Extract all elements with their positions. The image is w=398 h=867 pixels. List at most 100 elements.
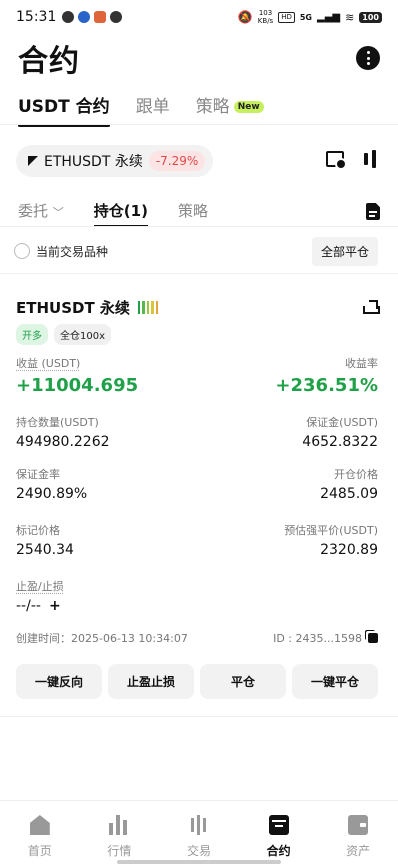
margin-ratio-cell: 保证金率 2490.89% (16, 466, 87, 502)
nav-trade[interactable]: 交易 (159, 801, 239, 867)
tab-orders[interactable]: 委托 ﹀ (18, 200, 64, 227)
created-time: 创建时间：2025-06-13 10:34:07 (16, 632, 188, 645)
margin-ratio-label: 保证金率 (16, 468, 60, 481)
pnl-value: +11004.695 (16, 375, 139, 396)
symbol-selector[interactable]: ETHUSDT 永续 -7.29% (16, 145, 214, 177)
tpsl-cell: 止盈/止损 --/-- + (16, 578, 64, 614)
status-time: 15:31 (16, 9, 57, 25)
tab-strategy[interactable]: 策略 New (196, 92, 264, 127)
size-row: 持仓数量(USDT) 494980.2262 保证金(USDT) 4652.83… (16, 414, 378, 450)
add-tpsl-icon[interactable]: + (49, 598, 61, 614)
nav-trade-label: 交易 (186, 844, 211, 858)
tab-usdt-futures[interactable]: USDT 合约 (18, 92, 110, 127)
nav-home-label: 首页 (27, 844, 52, 858)
position-filter-row: 当前交易品种 全部平仓 (14, 236, 378, 266)
divider (0, 226, 398, 227)
message-icon (62, 11, 75, 23)
mark-price-label: 标记价格 (16, 524, 60, 537)
nav-futures-label: 合约 (266, 844, 291, 858)
signal-icon: ▂▄▆ (317, 11, 341, 23)
app-badge-icon (94, 11, 107, 23)
tab-orders-label: 委托 (18, 202, 49, 220)
liq-price-cell: 预估强平价(USDT) 2320.89 (284, 522, 378, 558)
symbol-name: ETHUSDT 永续 (44, 154, 143, 170)
leverage-bar (155, 300, 159, 314)
tpsl-button[interactable]: 止盈止损 (108, 664, 194, 699)
leverage-bar (142, 300, 145, 314)
perpetual-icon (28, 156, 38, 166)
tpsl-value: --/-- (16, 598, 41, 614)
close-all-button[interactable]: 全部平仓 (311, 236, 378, 266)
leverage-bar (151, 300, 154, 314)
home-icon (29, 815, 50, 835)
network-type: 5G (299, 12, 312, 22)
share-icon[interactable] (362, 299, 380, 315)
market-close-button[interactable]: 一键平仓 (292, 664, 378, 699)
divider (0, 716, 398, 717)
page-header: 合约 (18, 38, 380, 79)
roe-label: 收益率 (345, 357, 378, 370)
close-position-button[interactable]: 平仓 (200, 664, 286, 699)
size-label: 持仓数量(USDT) (16, 416, 99, 429)
pnl-row: 收益 (USDT) +11004.695 收益率 +236.51% (16, 355, 378, 396)
more-options-icon[interactable] (356, 46, 380, 70)
order-history-icon[interactable] (366, 203, 380, 220)
copy-icon[interactable] (368, 633, 378, 643)
entry-price-label: 开仓价格 (334, 468, 378, 481)
liq-price-label: 预估强平价(USDT) (284, 524, 378, 537)
roe-value: +236.51% (275, 375, 378, 396)
current-symbol-radio[interactable] (14, 243, 30, 259)
net-speed-value: 103 (258, 9, 273, 17)
chart-settings-icon[interactable] (326, 151, 347, 170)
leverage-bar (146, 300, 150, 314)
nav-assets[interactable]: 资产 (318, 801, 398, 867)
tab-copy-trading[interactable]: 跟单 (136, 92, 170, 127)
bottom-navigation: 首页 行情 交易 合约 资产 (0, 800, 398, 867)
position-symbol: ETHUSDT 永续 (16, 298, 130, 317)
nav-home[interactable]: 首页 (0, 801, 80, 867)
pnl-label: 收益 (USDT) (16, 357, 81, 370)
roe-cell: 收益率 +236.51% (275, 355, 378, 396)
size-cell: 持仓数量(USDT) 494980.2262 (16, 414, 110, 450)
net-speed-unit: KB/s (257, 17, 274, 25)
nav-markets[interactable]: 行情 (80, 801, 160, 867)
margin-cell: 保证金(USDT) 4652.8322 (302, 414, 378, 450)
tab-positions[interactable]: 持仓(1) (93, 200, 149, 227)
cloud-icon (110, 11, 123, 23)
wifi-icon: ≋ (345, 10, 355, 24)
position-id-text: ID : 2435...1598 (273, 631, 362, 645)
page-title: 合约 (18, 44, 80, 79)
divider (0, 124, 398, 125)
margin-value: 4652.8322 (302, 434, 378, 450)
wallet-icon (348, 815, 369, 835)
order-tabs: 委托 ﹀ 持仓(1) 策略 (18, 200, 380, 228)
nav-assets-label: 资产 (346, 844, 371, 858)
chevron-down-icon: ﹀ (52, 206, 64, 219)
entry-price-cell: 开仓价格 2485.09 (320, 466, 378, 502)
candlestick-icon[interactable] (364, 150, 376, 168)
markets-icon (109, 815, 129, 835)
margin-mode-tag: 全仓100x (54, 324, 112, 345)
pnl-cell: 收益 (USDT) +11004.695 (16, 355, 138, 396)
status-bar: 15:31 🔕 103 KB/s HD 5G ▂▄▆ ≋ 100 (0, 0, 398, 34)
nav-futures[interactable]: 合约 (239, 801, 319, 867)
contract-type-tabs: USDT 合约 跟单 策略 New (18, 92, 380, 128)
margin-label: 保证金(USDT) (306, 416, 378, 429)
entry-price-value: 2485.09 (320, 486, 378, 502)
tab-strategy-orders[interactable]: 策略 (178, 200, 208, 227)
position-id: ID : 2435...1598 (273, 630, 378, 646)
mute-icon: 🔕 (237, 10, 253, 24)
leverage-bar (137, 300, 141, 314)
mark-price-row: 标记价格 2540.34 预估强平价(USDT) 2320.89 (16, 522, 378, 558)
position-card: ETHUSDT 永续 开多 全仓100x (16, 290, 380, 345)
home-indicator (117, 860, 281, 864)
mark-price-value: 2540.34 (16, 542, 74, 558)
trade-icon (189, 815, 209, 835)
new-badge: New (233, 101, 264, 113)
side-tag: 开多 (16, 324, 48, 345)
reverse-position-button[interactable]: 一键反向 (16, 664, 102, 699)
margin-ratio-value: 2490.89% (16, 486, 88, 502)
margin-ratio-row: 保证金率 2490.89% 开仓价格 2485.09 (16, 466, 378, 502)
futures-icon (268, 815, 289, 835)
position-actions: 一键反向 止盈止损 平仓 一键平仓 (16, 664, 378, 699)
